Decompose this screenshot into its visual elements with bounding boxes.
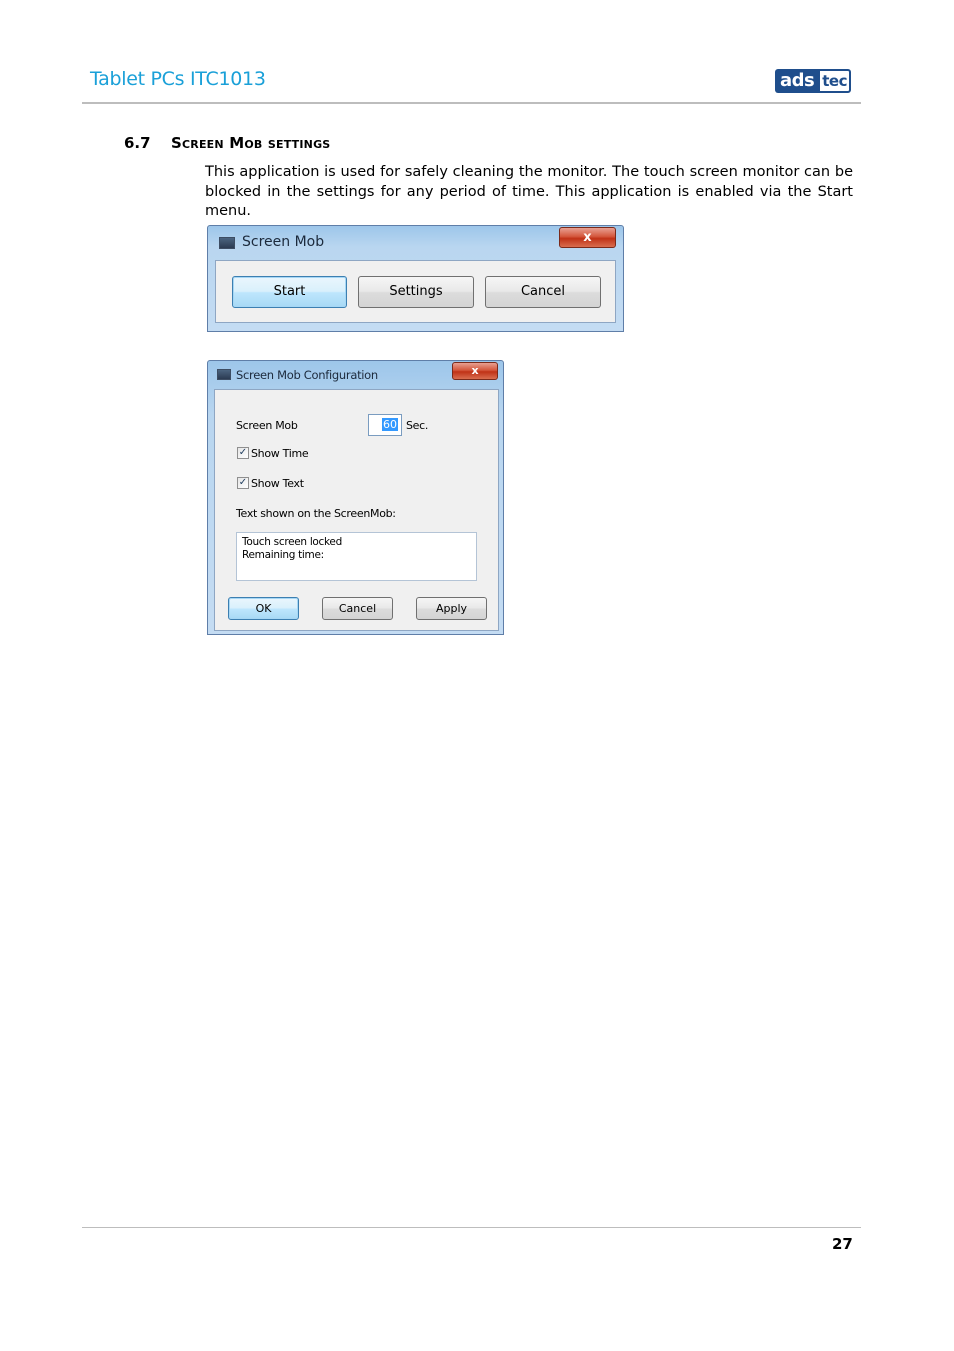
apply-button[interactable]: Apply bbox=[416, 597, 487, 620]
section-title: Screen Mob settings bbox=[171, 134, 331, 152]
logo-text-right: tec bbox=[818, 69, 851, 93]
ok-button[interactable]: OK bbox=[228, 597, 299, 620]
text-line-1: Touch screen locked bbox=[242, 536, 342, 548]
seconds-input[interactable]: 60 bbox=[368, 414, 402, 436]
show-time-checkbox[interactable]: ✓ bbox=[237, 447, 249, 459]
window-icon bbox=[217, 369, 231, 380]
screen-mob-config-window: Screen Mob Configuration x Screen Mob 60… bbox=[207, 360, 504, 635]
section-body: This application is used for safely clea… bbox=[205, 164, 853, 219]
close-button[interactable]: x bbox=[452, 362, 498, 380]
screen-mob-window: Screen Mob x Start Settings Cancel bbox=[207, 225, 624, 332]
screen-mob-text-field[interactable]: Touch screen locked Remaining time: bbox=[236, 532, 477, 581]
document-title: Tablet PCs ITC1013 bbox=[90, 68, 266, 90]
config-client-area: Screen Mob 60 Sec. ✓ Show Time ✓ Show Te… bbox=[214, 389, 499, 631]
window-title: Screen Mob Configuration bbox=[236, 368, 378, 382]
start-button[interactable]: Start bbox=[232, 276, 347, 308]
show-time-label: Show Time bbox=[251, 447, 309, 460]
text-line-2: Remaining time: bbox=[242, 549, 324, 561]
seconds-value: 60 bbox=[382, 418, 398, 431]
text-shown-label: Text shown on the ScreenMob: bbox=[236, 507, 396, 520]
logo-text-left: ads bbox=[775, 69, 819, 93]
close-button[interactable]: x bbox=[559, 227, 616, 248]
section-number: 6.7 bbox=[124, 134, 151, 152]
show-text-label: Show Text bbox=[251, 477, 304, 490]
cancel-button[interactable]: Cancel bbox=[485, 276, 601, 308]
show-text-checkbox[interactable]: ✓ bbox=[237, 477, 249, 489]
window-icon bbox=[219, 237, 235, 249]
adstec-logo: ads tec bbox=[775, 69, 859, 93]
footer-divider bbox=[82, 1227, 861, 1228]
screen-mob-label: Screen Mob bbox=[236, 419, 298, 432]
page-number: 27 bbox=[832, 1235, 853, 1253]
window-title: Screen Mob bbox=[242, 234, 325, 250]
settings-button[interactable]: Settings bbox=[358, 276, 474, 308]
header-divider bbox=[82, 102, 861, 104]
cancel-button[interactable]: Cancel bbox=[322, 597, 393, 620]
seconds-unit-label: Sec. bbox=[406, 419, 429, 432]
window-client-area: Start Settings Cancel bbox=[215, 260, 616, 323]
